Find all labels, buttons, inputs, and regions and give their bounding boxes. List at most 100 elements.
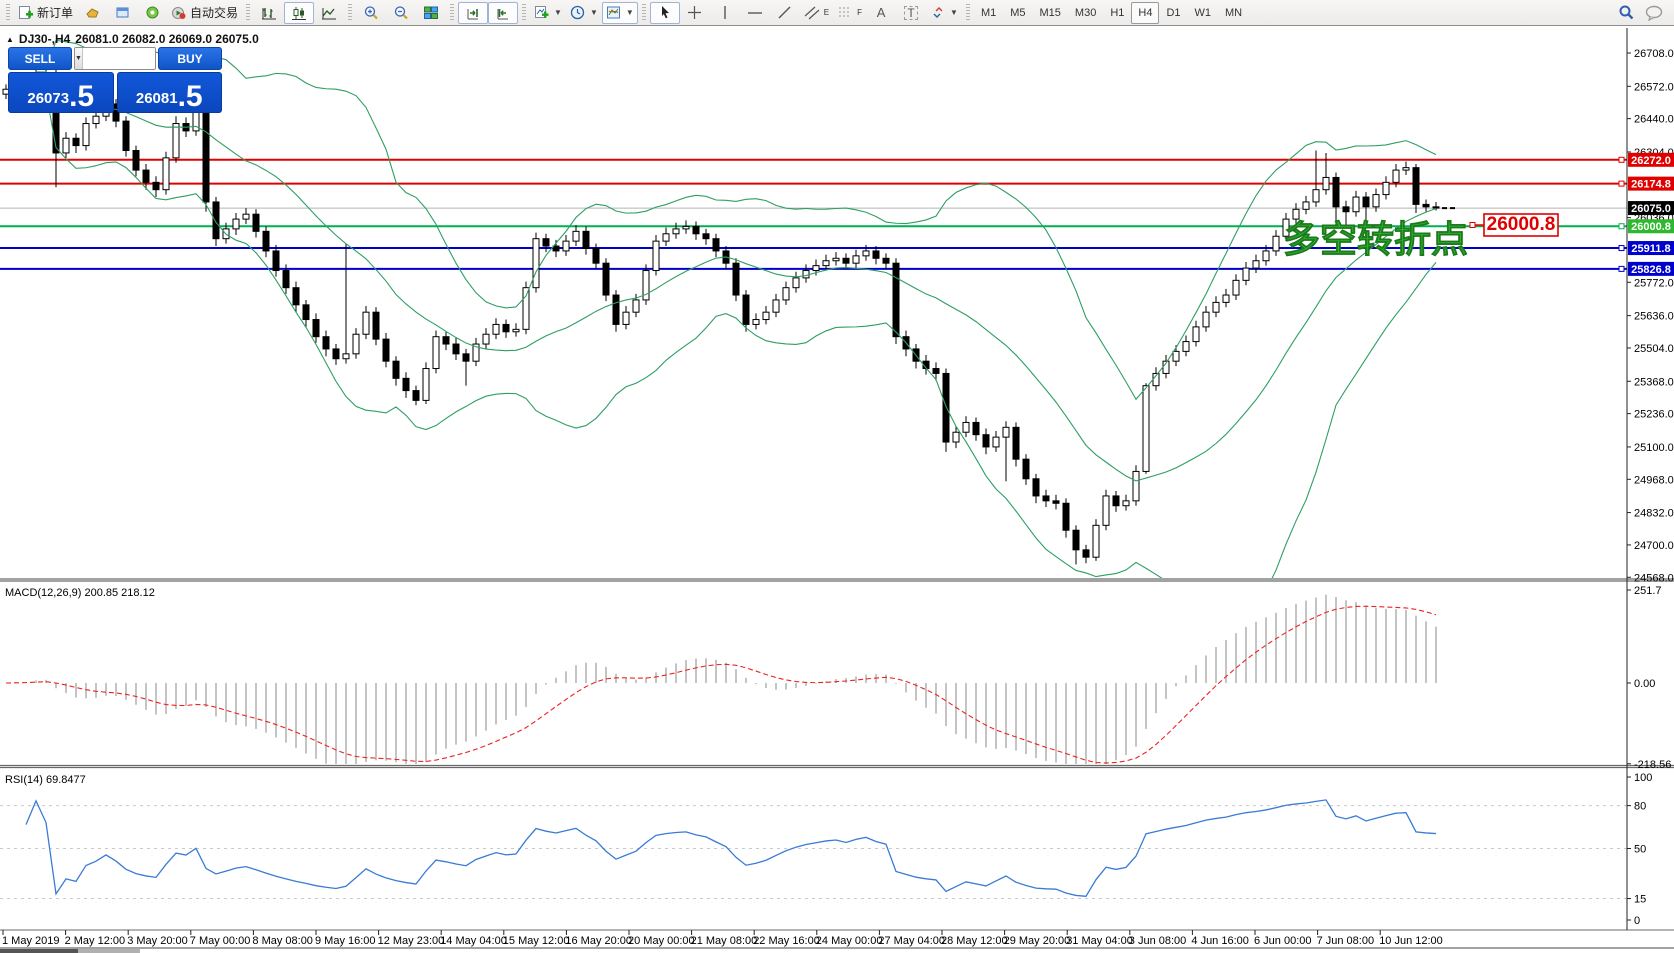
bar-chart-button[interactable] [254,2,284,24]
timeframe-button-h1[interactable]: H1 [1103,2,1131,24]
cursor-tool-button[interactable] [650,2,680,24]
text-tool-button[interactable]: A [866,2,896,24]
collapse-triangle-icon[interactable]: ▲ [6,35,14,44]
vertical-line-tool-button[interactable] [710,2,740,24]
timeframe-button-mn[interactable]: MN [1218,2,1249,24]
timeframe-button-w1[interactable]: W1 [1188,2,1219,24]
volume-decrease-button[interactable]: ▼ [75,48,83,69]
zoom-in-button[interactable] [356,2,386,24]
toolbar-grip[interactable] [6,4,10,22]
zoom-out-button[interactable] [386,2,416,24]
time-axis-label: 27 May 04:00 [878,935,945,947]
time-axis-label: 4 Jun 16:00 [1191,935,1249,947]
price-tag-label: 26075.0 [1631,203,1671,215]
chat-icon[interactable] [1645,5,1664,21]
line-handle[interactable] [1619,246,1624,251]
buy-price-main: 26081 [136,91,178,110]
candle-body [623,312,629,324]
periods-button[interactable]: ▼ [566,2,602,24]
chart-shift-button[interactable] [488,2,518,24]
arrows-tool-button[interactable]: ▼ [926,2,962,24]
cursor-icon [658,5,672,20]
buy-price-box[interactable]: 26081 .5 [117,72,223,113]
label-tool-button[interactable]: T [896,2,926,24]
autotrade-button[interactable]: 自动交易 [167,2,242,24]
data-feed-button[interactable] [137,2,167,24]
periods-clock-icon [570,5,585,20]
hscroll-thumb[interactable] [0,949,78,953]
new-order-button[interactable]: 新订单 [14,2,77,24]
sell-price-main: 26073 [27,91,69,110]
line-chart-button[interactable] [314,2,344,24]
timeframe-button-m30[interactable]: M30 [1068,2,1103,24]
candle-body [613,295,619,324]
candle-body [553,246,559,251]
candle-body [1343,207,1349,212]
candle-body [303,305,309,320]
trendline-icon [777,5,792,20]
dropdown-caret-icon: ▼ [554,8,562,17]
toolbar-grip[interactable] [522,4,526,22]
fibonacci-tool-button[interactable]: F [833,2,866,24]
price-axis-label: 26440.0 [1634,114,1674,126]
horizontal-line-tool-button[interactable] [740,2,770,24]
candle-body [523,288,529,330]
toolbar-grip[interactable] [348,4,352,22]
chart-canvas[interactable]: 多空转折点26000.8MACD(12,26,9) 200.85 218.12R… [0,26,1674,953]
candle-body [493,324,499,334]
profiles-icon [85,5,100,20]
line-handle[interactable] [1619,224,1624,229]
candle-body [483,334,489,344]
tile-windows-button[interactable] [416,2,446,24]
candle-body [1233,280,1239,295]
candle-body [383,339,389,361]
toolbar-grip[interactable] [966,4,970,22]
time-axis-label: 3 Jun 08:00 [1129,935,1187,947]
candlestick-chart-button[interactable] [284,2,314,24]
toolbar-grip[interactable] [246,4,250,22]
candle-body [1303,202,1309,209]
new-chart-button[interactable]: ▼ [530,2,566,24]
sell-price-box[interactable]: 26073 .5 [8,72,114,113]
candle-body [983,435,989,447]
price-tag-label: 25826.8 [1631,264,1671,276]
toolbar-grip[interactable] [450,4,454,22]
toolbar-grip[interactable] [642,4,646,22]
label-tool-icon: T [904,6,917,20]
candle-body [463,354,469,361]
candle-body [1313,190,1319,202]
timeframe-button-d1[interactable]: D1 [1159,2,1187,24]
sell-button[interactable]: SELL [8,47,72,70]
auto-scroll-icon [465,5,481,21]
candle-body [1193,327,1199,342]
candle-body [933,369,939,374]
fibonacci-letter: F [857,9,862,17]
price-tag-label: 25911.8 [1631,243,1670,255]
line-handle[interactable] [1619,266,1624,271]
time-axis-label: 7 Jun 08:00 [1317,935,1375,947]
search-icon[interactable] [1618,4,1635,21]
indicators-button[interactable]: ▼ [602,2,638,24]
crosshair-tool-button[interactable] [680,2,710,24]
candle-body [333,349,339,359]
candle-body [823,261,829,266]
line-handle[interactable] [1619,157,1624,162]
candle-body [243,214,249,219]
candle-body [253,214,259,231]
timeframe-button-m5[interactable]: M5 [1003,2,1032,24]
timeframe-button-h4[interactable]: H4 [1131,2,1159,24]
timeframe-button-m1[interactable]: M1 [974,2,1003,24]
candle-body [373,312,379,339]
profiles-button[interactable] [77,2,107,24]
volume-input[interactable] [83,48,156,69]
channel-tool-button[interactable]: E [800,2,833,24]
line-chart-icon [321,5,337,21]
hscroll-track[interactable] [78,949,140,953]
line-handle[interactable] [1619,181,1624,186]
buy-button[interactable]: BUY [158,47,222,70]
timeframe-button-m15[interactable]: M15 [1033,2,1068,24]
auto-scroll-button[interactable] [458,2,488,24]
price-axis-label: 25236.0 [1634,409,1674,421]
market-watch-button[interactable] [107,2,137,24]
trendline-tool-button[interactable] [770,2,800,24]
